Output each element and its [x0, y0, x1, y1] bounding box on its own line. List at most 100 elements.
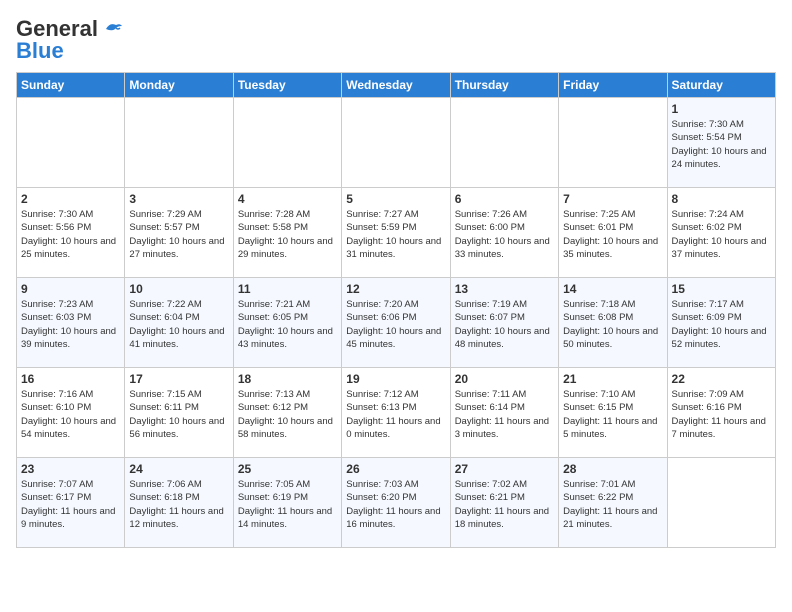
day-info: Sunrise: 7:01 AM Sunset: 6:22 PM Dayligh…	[563, 478, 662, 531]
day-number: 13	[455, 282, 554, 296]
day-number: 19	[346, 372, 445, 386]
day-number: 11	[238, 282, 337, 296]
logo: General Blue	[16, 16, 124, 64]
day-number: 14	[563, 282, 662, 296]
day-info: Sunrise: 7:13 AM Sunset: 6:12 PM Dayligh…	[238, 388, 337, 441]
calendar-cell: 21 Sunrise: 7:10 AM Sunset: 6:15 PM Dayli…	[559, 368, 667, 458]
calendar-cell: 18 Sunrise: 7:13 AM Sunset: 6:12 PM Dayli…	[233, 368, 341, 458]
day-info: Sunrise: 7:26 AM Sunset: 6:00 PM Dayligh…	[455, 208, 554, 261]
day-info: Sunrise: 7:20 AM Sunset: 6:06 PM Dayligh…	[346, 298, 445, 351]
calendar-cell: 19 Sunrise: 7:12 AM Sunset: 6:13 PM Dayli…	[342, 368, 450, 458]
calendar-cell: 9 Sunrise: 7:23 AM Sunset: 6:03 PM Daylig…	[17, 278, 125, 368]
weekday-header: Friday	[559, 73, 667, 98]
calendar-cell: 11 Sunrise: 7:21 AM Sunset: 6:05 PM Dayli…	[233, 278, 341, 368]
day-info: Sunrise: 7:21 AM Sunset: 6:05 PM Dayligh…	[238, 298, 337, 351]
day-info: Sunrise: 7:29 AM Sunset: 5:57 PM Dayligh…	[129, 208, 228, 261]
logo-blue: Blue	[16, 38, 64, 64]
calendar-cell: 8 Sunrise: 7:24 AM Sunset: 6:02 PM Daylig…	[667, 188, 775, 278]
day-number: 5	[346, 192, 445, 206]
calendar-cell: 13 Sunrise: 7:19 AM Sunset: 6:07 PM Dayli…	[450, 278, 558, 368]
calendar-cell: 17 Sunrise: 7:15 AM Sunset: 6:11 PM Dayli…	[125, 368, 233, 458]
calendar-cell: 6 Sunrise: 7:26 AM Sunset: 6:00 PM Daylig…	[450, 188, 558, 278]
weekday-header: Thursday	[450, 73, 558, 98]
day-info: Sunrise: 7:09 AM Sunset: 6:16 PM Dayligh…	[672, 388, 771, 441]
day-info: Sunrise: 7:25 AM Sunset: 6:01 PM Dayligh…	[563, 208, 662, 261]
calendar-cell: 4 Sunrise: 7:28 AM Sunset: 5:58 PM Daylig…	[233, 188, 341, 278]
day-info: Sunrise: 7:03 AM Sunset: 6:20 PM Dayligh…	[346, 478, 445, 531]
day-info: Sunrise: 7:10 AM Sunset: 6:15 PM Dayligh…	[563, 388, 662, 441]
day-number: 20	[455, 372, 554, 386]
day-number: 21	[563, 372, 662, 386]
day-info: Sunrise: 7:06 AM Sunset: 6:18 PM Dayligh…	[129, 478, 228, 531]
day-info: Sunrise: 7:30 AM Sunset: 5:56 PM Dayligh…	[21, 208, 120, 261]
day-number: 4	[238, 192, 337, 206]
day-number: 26	[346, 462, 445, 476]
calendar-cell	[125, 98, 233, 188]
day-info: Sunrise: 7:17 AM Sunset: 6:09 PM Dayligh…	[672, 298, 771, 351]
day-number: 28	[563, 462, 662, 476]
calendar-cell: 23 Sunrise: 7:07 AM Sunset: 6:17 PM Dayli…	[17, 458, 125, 548]
day-number: 6	[455, 192, 554, 206]
calendar-cell: 14 Sunrise: 7:18 AM Sunset: 6:08 PM Dayli…	[559, 278, 667, 368]
calendar-cell	[233, 98, 341, 188]
day-number: 7	[563, 192, 662, 206]
day-info: Sunrise: 7:24 AM Sunset: 6:02 PM Dayligh…	[672, 208, 771, 261]
weekday-header: Saturday	[667, 73, 775, 98]
calendar-cell: 22Sunrise: 7:09 AM Sunset: 6:16 PM Dayli…	[667, 368, 775, 458]
calendar-cell: 26 Sunrise: 7:03 AM Sunset: 6:20 PM Dayli…	[342, 458, 450, 548]
day-number: 10	[129, 282, 228, 296]
day-info: Sunrise: 7:19 AM Sunset: 6:07 PM Dayligh…	[455, 298, 554, 351]
day-info: Sunrise: 7:23 AM Sunset: 6:03 PM Dayligh…	[21, 298, 120, 351]
day-number: 15	[672, 282, 771, 296]
day-number: 18	[238, 372, 337, 386]
calendar-cell	[342, 98, 450, 188]
calendar-cell	[559, 98, 667, 188]
day-info: Sunrise: 7:05 AM Sunset: 6:19 PM Dayligh…	[238, 478, 337, 531]
calendar-cell	[667, 458, 775, 548]
day-info: Sunrise: 7:12 AM Sunset: 6:13 PM Dayligh…	[346, 388, 445, 441]
day-number: 9	[21, 282, 120, 296]
calendar-cell: 12 Sunrise: 7:20 AM Sunset: 6:06 PM Dayli…	[342, 278, 450, 368]
day-info: Sunrise: 7:22 AM Sunset: 6:04 PM Dayligh…	[129, 298, 228, 351]
day-info: Sunrise: 7:07 AM Sunset: 6:17 PM Dayligh…	[21, 478, 120, 531]
logo-bird-icon	[102, 20, 124, 38]
day-number: 24	[129, 462, 228, 476]
calendar-cell: 7 Sunrise: 7:25 AM Sunset: 6:01 PM Daylig…	[559, 188, 667, 278]
day-info: Sunrise: 7:28 AM Sunset: 5:58 PM Dayligh…	[238, 208, 337, 261]
calendar-cell: 1 Sunrise: 7:30 AM Sunset: 5:54 PM Daylig…	[667, 98, 775, 188]
calendar-cell: 15 Sunrise: 7:17 AM Sunset: 6:09 PM Dayli…	[667, 278, 775, 368]
calendar-cell	[17, 98, 125, 188]
day-number: 1	[672, 102, 771, 116]
weekday-header: Tuesday	[233, 73, 341, 98]
weekday-header: Monday	[125, 73, 233, 98]
day-number: 12	[346, 282, 445, 296]
day-number: 25	[238, 462, 337, 476]
calendar-cell: 16 Sunrise: 7:16 AM Sunset: 6:10 PM Dayli…	[17, 368, 125, 458]
day-number: 16	[21, 372, 120, 386]
calendar-cell: 10 Sunrise: 7:22 AM Sunset: 6:04 PM Dayli…	[125, 278, 233, 368]
calendar-cell: 25 Sunrise: 7:05 AM Sunset: 6:19 PM Dayli…	[233, 458, 341, 548]
day-number: 17	[129, 372, 228, 386]
calendar-cell: 28 Sunrise: 7:01 AM Sunset: 6:22 PM Dayli…	[559, 458, 667, 548]
day-number: 23	[21, 462, 120, 476]
day-info: Sunrise: 7:18 AM Sunset: 6:08 PM Dayligh…	[563, 298, 662, 351]
calendar-cell	[450, 98, 558, 188]
day-number: 8	[672, 192, 771, 206]
day-info: Sunrise: 7:30 AM Sunset: 5:54 PM Dayligh…	[672, 118, 771, 171]
day-info: Sunrise: 7:15 AM Sunset: 6:11 PM Dayligh…	[129, 388, 228, 441]
page-header: General Blue	[16, 16, 776, 64]
day-number: 3	[129, 192, 228, 206]
day-info: Sunrise: 7:02 AM Sunset: 6:21 PM Dayligh…	[455, 478, 554, 531]
day-number: 2	[21, 192, 120, 206]
weekday-header: Sunday	[17, 73, 125, 98]
weekday-header: Wednesday	[342, 73, 450, 98]
calendar-cell: 5 Sunrise: 7:27 AM Sunset: 5:59 PM Daylig…	[342, 188, 450, 278]
day-info: Sunrise: 7:16 AM Sunset: 6:10 PM Dayligh…	[21, 388, 120, 441]
day-info: Sunrise: 7:11 AM Sunset: 6:14 PM Dayligh…	[455, 388, 554, 441]
calendar-cell: 24 Sunrise: 7:06 AM Sunset: 6:18 PM Dayli…	[125, 458, 233, 548]
day-number: 27	[455, 462, 554, 476]
day-info: Sunrise: 7:27 AM Sunset: 5:59 PM Dayligh…	[346, 208, 445, 261]
calendar-cell: 27 Sunrise: 7:02 AM Sunset: 6:21 PM Dayli…	[450, 458, 558, 548]
calendar-cell: 20 Sunrise: 7:11 AM Sunset: 6:14 PM Dayli…	[450, 368, 558, 458]
calendar-table: SundayMondayTuesdayWednesdayThursdayFrid…	[16, 72, 776, 548]
